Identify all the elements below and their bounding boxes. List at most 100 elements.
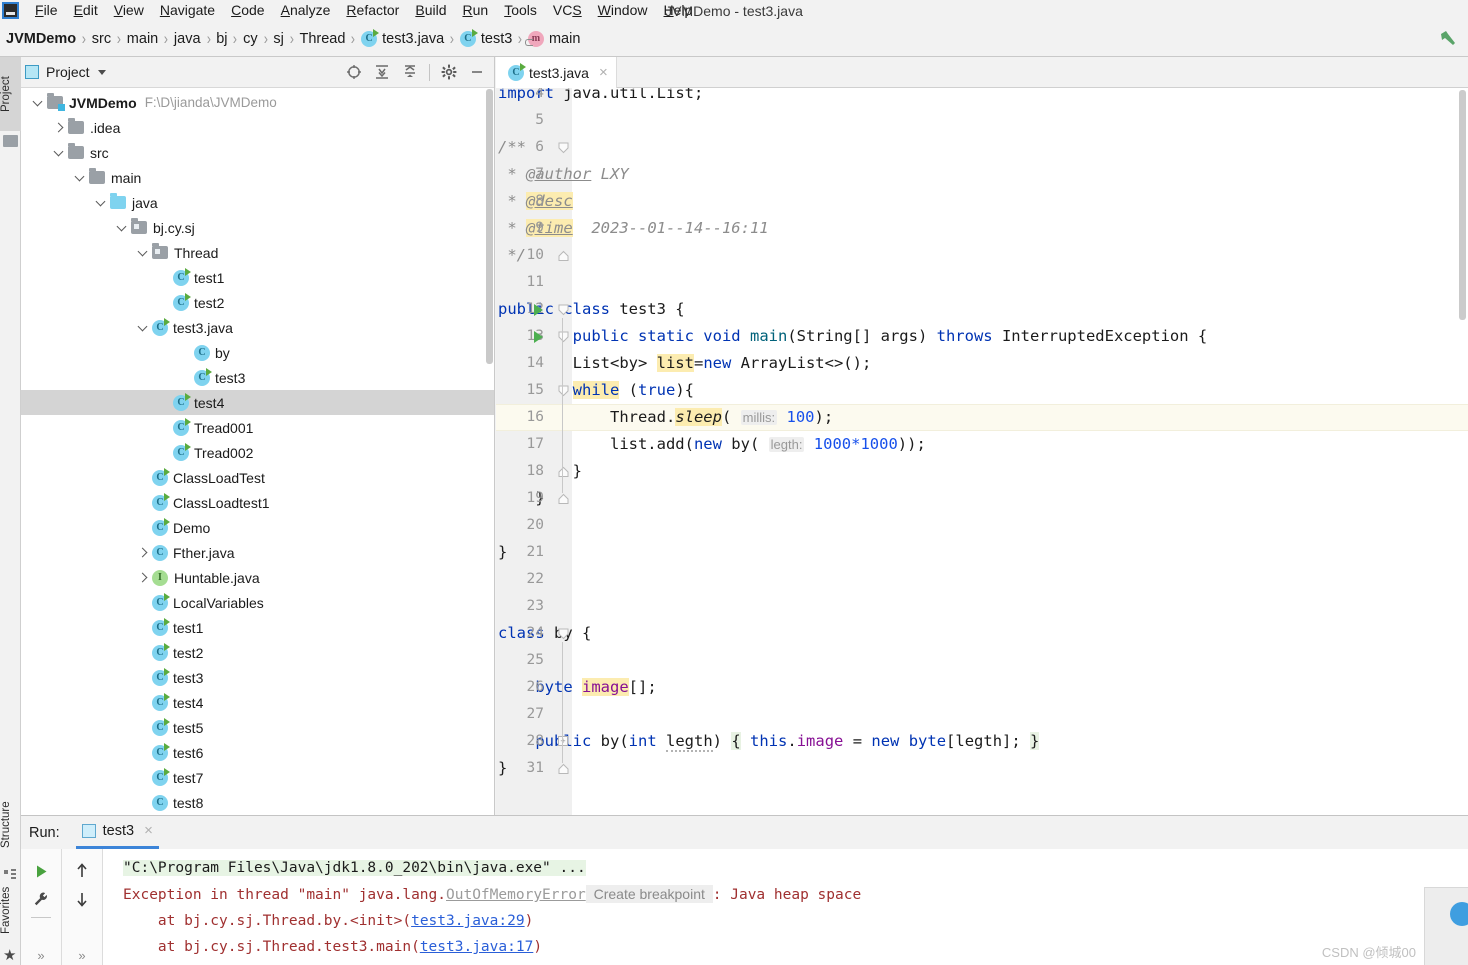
tree-node-test8[interactable]: Ctest8 <box>21 790 494 815</box>
stack-trace-link[interactable]: test3.java:29 <box>411 913 525 929</box>
breadcrumb-item-sj[interactable]: sj <box>273 31 283 47</box>
code-line[interactable]: public by(int legth) { this.image = new … <box>498 728 1040 755</box>
tree-node-test2[interactable]: Ctest2 <box>21 640 494 665</box>
down-arrow-icon[interactable] <box>69 885 95 913</box>
tree-node-test2[interactable]: Ctest2 <box>21 290 494 315</box>
tree-node-test1[interactable]: Ctest1 <box>21 615 494 640</box>
chevron-down-icon[interactable] <box>136 245 151 260</box>
settings-icon[interactable] <box>436 59 462 85</box>
breadcrumb-item-thread[interactable]: Thread <box>299 31 345 47</box>
code-line[interactable]: Thread.sleep( millis: 100); <box>498 404 833 431</box>
tree-node-localvariables[interactable]: C LocalVariables <box>21 590 494 615</box>
close-icon[interactable]: × <box>144 823 153 838</box>
tree-node-src[interactable]: src <box>21 140 494 165</box>
tree-node-test3-java[interactable]: Ctest3.java <box>21 315 494 340</box>
fold-marker[interactable] <box>558 142 569 154</box>
project-tree[interactable]: JVMDemo F:\D\jianda\JVMDemo .idea src main ja… <box>21 88 494 815</box>
breadcrumb-item-test3[interactable]: Ctest3 <box>459 28 512 47</box>
tree-node-test3[interactable]: Ctest3 <box>21 365 494 390</box>
sidebar-item-project[interactable]: Project <box>0 57 21 131</box>
tree-node-test6[interactable]: Ctest6 <box>21 740 494 765</box>
expand-all-icon[interactable] <box>369 59 395 85</box>
tree-node-test4[interactable]: Ctest4 <box>21 390 494 415</box>
menu-item-window[interactable]: Window <box>590 0 656 21</box>
tree-node-classloadtest1[interactable]: C ClassLoadtest1 <box>21 490 494 515</box>
project-scrollbar[interactable] <box>486 89 493 364</box>
tree-node-test3[interactable]: Ctest3 <box>21 665 494 690</box>
code-line[interactable]: public static void main(String[] args) t… <box>498 323 1208 350</box>
menu-item-tools[interactable]: Tools <box>496 0 545 21</box>
breadcrumb-item-java[interactable]: java <box>174 31 201 47</box>
fold-marker[interactable] <box>558 763 569 774</box>
tree-node-java[interactable]: java <box>21 190 494 215</box>
chevron-down-icon[interactable] <box>94 195 109 210</box>
menu-item-file[interactable]: File <box>27 0 66 21</box>
menu-item-view[interactable]: View <box>106 0 152 21</box>
chevron-down-icon[interactable] <box>136 320 151 335</box>
fold-marker[interactable] <box>558 628 569 640</box>
editor-tab-test3[interactable]: C test3.java × <box>496 57 617 88</box>
breadcrumb-item-main[interactable]: m main <box>524 30 580 47</box>
code-line[interactable]: List<by> list=new ArrayList<>(); <box>498 350 871 377</box>
fold-marker[interactable] <box>558 493 569 504</box>
project-panel-title-group[interactable]: Project <box>25 64 106 80</box>
menu-item-vcs[interactable]: VCS <box>545 0 590 21</box>
select-opened-file-icon[interactable] <box>341 59 367 85</box>
chevron-down-icon[interactable] <box>52 145 67 160</box>
tree-node-jvmdemo[interactable]: JVMDemo F:\D\jianda\JVMDemo <box>21 90 494 115</box>
tree-node-classloadtest[interactable]: C ClassLoadTest <box>21 465 494 490</box>
breadcrumb-item-main[interactable]: main <box>127 31 158 47</box>
tree-node-test5[interactable]: Ctest5 <box>21 715 494 740</box>
editor-scrollbar[interactable] <box>1459 90 1466 320</box>
menu-item-build[interactable]: Build <box>407 0 454 21</box>
fold-marker[interactable] <box>558 250 569 261</box>
close-icon[interactable]: × <box>599 65 608 80</box>
chevron-right-icon[interactable] <box>136 570 151 585</box>
tree-node-fther-java[interactable]: C Fther.java <box>21 540 494 565</box>
chevron-down-icon[interactable] <box>73 170 88 185</box>
breadcrumb-item-jvmdemo[interactable]: JVMDemo <box>6 31 76 47</box>
run-gutter-icon[interactable] <box>534 304 543 316</box>
exception-class-link[interactable]: OutOfMemoryError <box>446 887 586 903</box>
menu-item-navigate[interactable]: Navigate <box>152 0 223 21</box>
fold-marker[interactable] <box>558 304 569 316</box>
chevron-down-icon[interactable] <box>31 95 46 110</box>
breadcrumb-item-test3-java[interactable]: Ctest3.java <box>361 28 444 47</box>
menu-item-code[interactable]: Code <box>223 0 272 21</box>
rerun-icon[interactable] <box>28 857 54 885</box>
tree-node-demo[interactable]: C Demo <box>21 515 494 540</box>
fold-marker[interactable] <box>558 331 569 343</box>
tree-node--idea[interactable]: .idea <box>21 115 494 140</box>
code-view[interactable]: import java.util.List;/** * @author LXY … <box>496 88 1468 815</box>
tree-node-test4[interactable]: Ctest4 <box>21 690 494 715</box>
run-tab-test3[interactable]: test3 × <box>75 816 159 849</box>
sidebar-item-favorites[interactable]: Favorites <box>0 873 21 947</box>
tree-node-huntable-java[interactable]: I Huntable.java <box>21 565 494 590</box>
tree-node-tread002[interactable]: C Tread002 <box>21 440 494 465</box>
fold-marker[interactable] <box>558 385 569 397</box>
tree-node-bj-cy-sj[interactable]: bj.cy.sj <box>21 215 494 240</box>
tree-node-tread001[interactable]: C Tread001 <box>21 415 494 440</box>
tree-node-main[interactable]: main <box>21 165 494 190</box>
chevron-down-icon[interactable] <box>97 69 106 75</box>
chevron-down-icon[interactable] <box>115 220 130 235</box>
breadcrumb-item-cy[interactable]: cy <box>243 31 258 47</box>
chevron-right-icon[interactable] <box>52 120 67 135</box>
create-breakpoint-link[interactable]: Create breakpoint <box>585 885 713 903</box>
up-arrow-icon[interactable] <box>69 857 95 885</box>
more-icon[interactable]: » <box>78 948 85 965</box>
chevron-right-icon[interactable] <box>136 545 151 560</box>
menu-item-analyze[interactable]: Analyze <box>273 0 339 21</box>
console-output[interactable]: "C:\Program Files\Java\jdk1.8.0_202\bin\… <box>103 849 1468 965</box>
hide-panel-icon[interactable] <box>464 59 490 85</box>
menu-item-refactor[interactable]: Refactor <box>338 0 407 21</box>
menu-item-run[interactable]: Run <box>454 0 496 21</box>
collapse-all-icon[interactable] <box>397 59 423 85</box>
fold-marker[interactable] <box>558 466 569 477</box>
more-icon[interactable]: » <box>37 948 44 965</box>
tree-node-test7[interactable]: Ctest7 <box>21 765 494 790</box>
fold-marker[interactable]: + <box>558 736 569 747</box>
tree-node-by[interactable]: Cby <box>21 340 494 365</box>
run-gutter-icon[interactable] <box>534 331 543 343</box>
build-project-button[interactable] <box>1434 26 1462 52</box>
